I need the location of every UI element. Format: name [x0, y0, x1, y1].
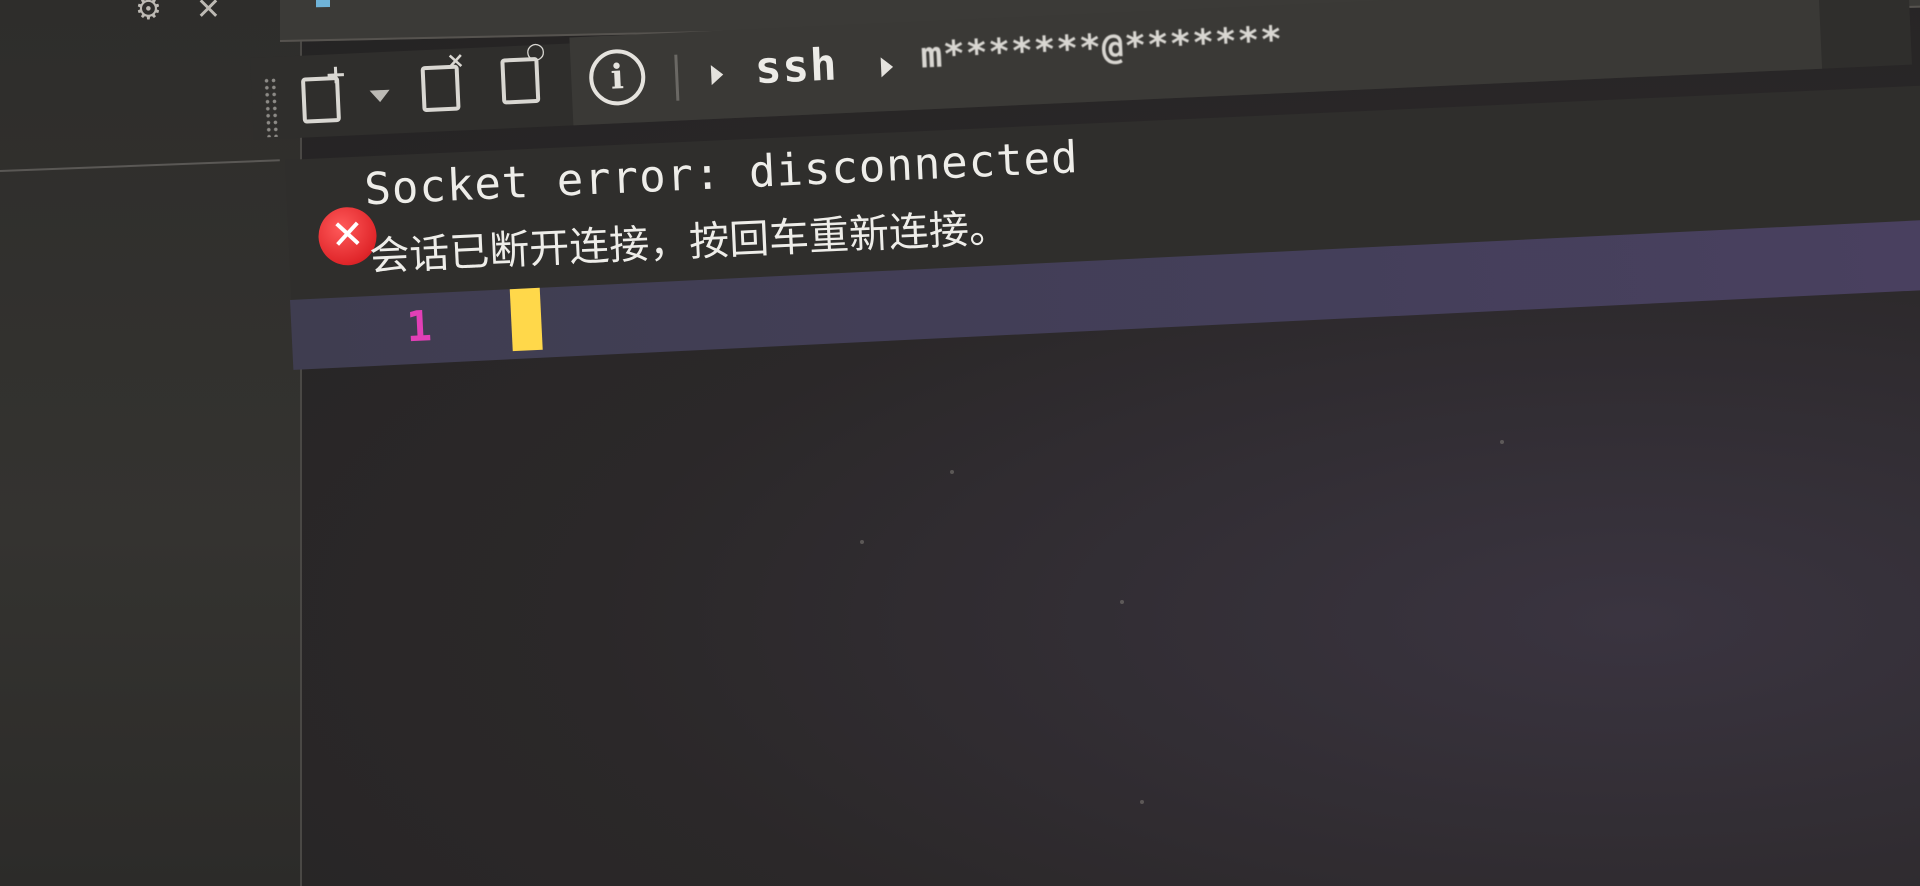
duplicate-icon-mark: ×	[445, 48, 466, 75]
screen-speck	[860, 540, 864, 544]
breadcrumb-ssh[interactable]: ssh	[754, 39, 839, 94]
breadcrumb-host[interactable]: m*******@*******	[920, 19, 1284, 76]
line-number: 1	[405, 301, 433, 352]
screen-speck	[1120, 600, 1124, 604]
text-cursor	[509, 287, 543, 352]
screen-speck	[1140, 800, 1144, 804]
dropdown-caret-icon[interactable]	[369, 89, 391, 103]
breadcrumb-separator	[674, 54, 680, 101]
gear-icon[interactable]: ⚙	[135, 0, 162, 27]
screen-speck	[950, 470, 954, 474]
screen: ⚙ ✕ + × ○ i ssh m*******@******* ✕ Socke…	[0, 0, 1920, 886]
new-tab-plus: +	[324, 59, 348, 91]
screen-speck	[1500, 440, 1504, 444]
breadcrumb-arrow-icon	[710, 64, 724, 86]
sidebar-top-icons: ⚙ ✕	[135, 0, 221, 27]
tab-accent	[316, 0, 330, 8]
close-icon[interactable]: ✕	[196, 0, 221, 27]
breadcrumb-arrow-icon	[880, 56, 894, 78]
clone-icon-mark: ○	[525, 38, 546, 65]
sidebar-divider	[0, 159, 280, 172]
info-icon[interactable]: i	[588, 48, 647, 107]
grip-handle-icon[interactable]	[262, 76, 280, 138]
